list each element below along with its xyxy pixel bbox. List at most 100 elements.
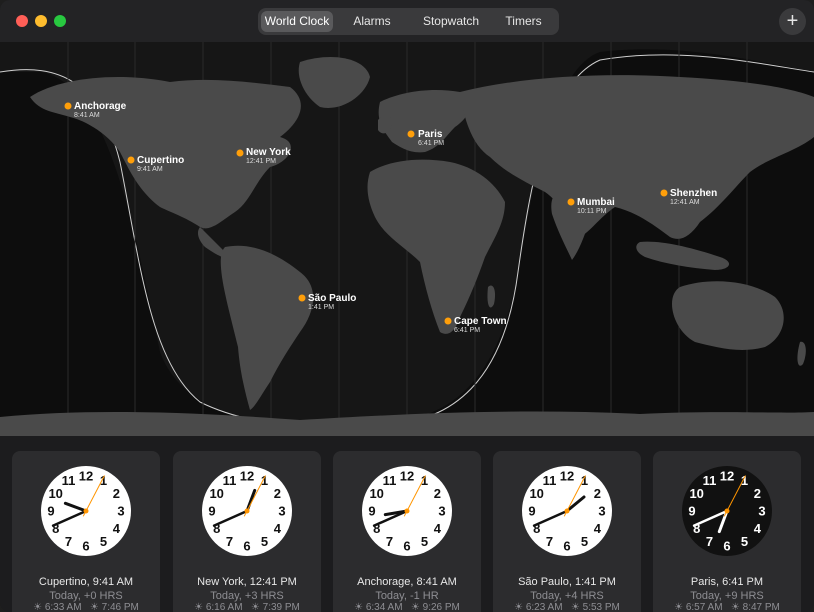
clock-numeral: 1	[261, 473, 268, 488]
clock-numeral: 10	[689, 486, 703, 501]
sunset-icon: ☀	[250, 602, 260, 612]
sunset-time: 5:53 PM	[582, 602, 620, 612]
clock-numeral: 10	[48, 486, 62, 501]
clock-offset: Today, -1 HR	[375, 590, 439, 602]
clock-card-paris[interactable]: 1 2 3 4 5 6 7 8 9 10 11 12 Paris, 6:41 PM Today, +9…	[653, 451, 801, 612]
sunset-time: 7:39 PM	[262, 602, 300, 612]
clock-center	[564, 508, 570, 514]
map-pin-sao-paulo[interactable]: São Paulo 1:41 PM	[308, 293, 356, 311]
clock-city-time: Anchorage, 8:41 AM	[357, 576, 457, 588]
close-window-button[interactable]	[16, 15, 28, 27]
clock-numeral: 7	[65, 534, 72, 549]
sun-times: ☀ 6:23 AM ☀ 5:53 PM	[493, 602, 641, 612]
title-bar: World Clock Alarms Stopwatch Timers +	[0, 0, 814, 42]
sunset-icon: ☀	[730, 602, 740, 612]
sun-times: ☀ 6:33 AM ☀ 7:46 PM	[12, 602, 160, 612]
clock-center	[244, 508, 250, 514]
sunset-time: 8:47 PM	[742, 602, 780, 612]
pin-dot-anchorage	[64, 102, 72, 110]
clock-numeral: 12	[560, 469, 574, 484]
clock-numeral: 6	[243, 539, 250, 554]
pin-city: Anchorage	[74, 101, 127, 112]
sunrise-icon: ☀	[514, 602, 524, 612]
clock-numeral: 11	[62, 473, 76, 488]
add-clock-button[interactable]: +	[779, 8, 806, 35]
clock-offset: Today, +0 HRS	[49, 590, 123, 602]
clock-city-time: Paris, 6:41 PM	[690, 576, 764, 588]
sunrise-time: 6:57 AM	[685, 602, 723, 612]
clock-numeral: 5	[421, 534, 428, 549]
clock-center	[724, 508, 730, 514]
tab-timers[interactable]: Timers	[491, 11, 556, 32]
sunset-icon: ☀	[89, 602, 99, 612]
clock-card-sao-paulo[interactable]: 1 2 3 4 5 6 7 8 9 10 11 12 São Paulo, 1:41 PM Today…	[493, 451, 641, 612]
clock-numeral: 12	[79, 469, 93, 484]
clock-numeral: 7	[706, 534, 713, 549]
pin-dot-paris	[407, 130, 415, 138]
clock-numeral: 4	[113, 521, 121, 536]
clock-numeral: 1	[421, 473, 428, 488]
sunset-time: 7:46 PM	[101, 602, 139, 612]
clock-numeral: 5	[261, 534, 268, 549]
map-pin-cupertino[interactable]: Cupertino 9:41 AM	[137, 155, 184, 173]
map-pin-shenzhen[interactable]: Shenzhen 12:41 AM	[670, 188, 717, 206]
sunrise-icon: ☀	[33, 602, 43, 612]
minimize-window-button[interactable]	[35, 15, 47, 27]
pin-time: 1:41 PM	[308, 304, 335, 311]
clock-city-time: Cupertino, 9:41 AM	[38, 576, 134, 588]
clock-numeral: 10	[369, 486, 383, 501]
sun-times: ☀ 6:16 AM ☀ 7:39 PM	[173, 602, 321, 612]
clock-numeral: 6	[723, 539, 730, 554]
plus-icon: +	[786, 10, 799, 32]
clock-cards-row: 1 2 3 4 5 6 7 8 9 10 11 12 Cupertino, 9:41 AM Today…	[0, 436, 814, 612]
clock-numeral: 4	[594, 521, 602, 536]
map-pin-new-york[interactable]: New York 12:41 PM	[246, 147, 291, 165]
sunrise-time: 6:16 AM	[205, 602, 243, 612]
clock-numeral: 12	[720, 469, 734, 484]
pin-city: Shenzhen	[670, 188, 718, 199]
clock-offset: Today, +9 HRS	[690, 590, 764, 602]
pin-city: São Paulo	[308, 293, 357, 304]
analog-clock: 1234567891011 12	[202, 466, 292, 556]
clock-numeral: 6	[82, 539, 89, 554]
analog-clock: 1234567891011 12	[362, 466, 452, 556]
clock-numeral: 1	[581, 473, 588, 488]
clock-card-anchorage[interactable]: 1 2 3 4 5 6 7 8 9 10 11 12 Anchorage, 8:41 AM Today…	[333, 451, 481, 612]
clock-numeral: 4	[434, 521, 442, 536]
sunrise-icon: ☀	[674, 602, 684, 612]
pin-time: 8:41 AM	[74, 112, 100, 119]
sun-times: ☀ 6:34 AM ☀ 9:26 PM	[333, 602, 481, 612]
pin-city: Cape Town	[454, 316, 507, 327]
tab-stopwatch[interactable]: Stopwatch	[411, 11, 491, 32]
clock-numeral: 2	[274, 486, 281, 501]
clock-numeral: 1	[741, 473, 748, 488]
tab-alarms[interactable]: Alarms	[333, 11, 411, 32]
pin-dot-shenzhen	[660, 189, 668, 197]
clock-numeral: 5	[581, 534, 588, 549]
clock-numeral: 11	[383, 473, 397, 488]
clock-numeral: 9	[688, 504, 695, 519]
clock-card-cupertino[interactable]: 1 2 3 4 5 6 7 8 9 10 11 12 Cupertino, 9:41 AM Today…	[12, 451, 160, 612]
clock-numeral: 3	[438, 504, 445, 519]
clock-numeral: 2	[113, 486, 120, 501]
clock-city-time: New York, 12:41 PM	[197, 576, 297, 588]
map-pin-anchorage[interactable]: Anchorage 8:41 AM	[74, 101, 126, 119]
clock-numeral: 7	[546, 534, 553, 549]
tab-world-clock[interactable]: World Clock	[261, 11, 333, 32]
zoom-window-button[interactable]	[54, 15, 66, 27]
clock-numeral: 11	[703, 473, 717, 488]
clock-numeral: 7	[386, 534, 393, 549]
sunrise-icon: ☀	[194, 602, 204, 612]
clock-numeral: 10	[209, 486, 223, 501]
pin-time: 9:41 AM	[137, 166, 163, 173]
pin-time: 12:41 PM	[246, 158, 276, 165]
pin-time: 10:11 PM	[577, 208, 607, 215]
map-pin-mumbai[interactable]: Mumbai 10:11 PM	[577, 197, 615, 215]
clock-card-new-york[interactable]: 1 2 3 4 5 6 7 8 9 10 11 12 New York, 12:41 PM Today…	[173, 451, 321, 612]
pin-city: Cupertino	[137, 155, 185, 166]
map-pin-paris[interactable]: Paris 6:41 PM	[418, 129, 444, 147]
pin-dot-mumbai	[567, 198, 575, 206]
clock-numeral: 9	[47, 504, 54, 519]
map-pin-cape-town[interactable]: Cape Town 6:41 PM	[454, 316, 507, 334]
clock-numeral: 1	[100, 473, 107, 488]
